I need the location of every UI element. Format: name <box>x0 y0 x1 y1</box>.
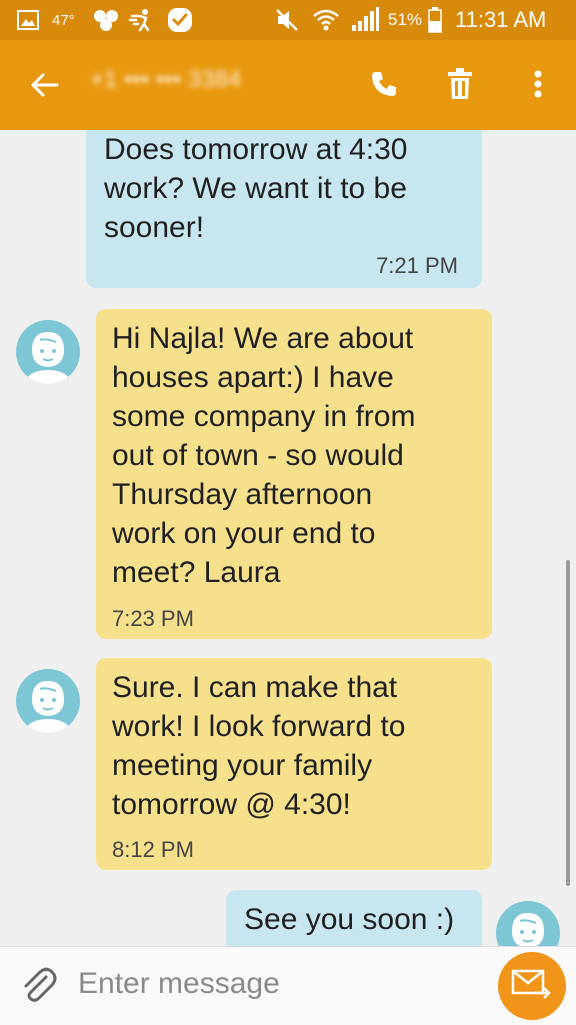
hexagon-app-icon <box>92 0 120 40</box>
contact-number: +1 ••• ••• 3384 <box>90 66 242 93</box>
mute-icon <box>274 0 300 40</box>
attach-paperclip-icon[interactable] <box>18 965 58 1010</box>
message-text: Hi Najla! We are about houses apart:) I … <box>112 322 416 589</box>
back-arrow-icon[interactable] <box>22 65 66 105</box>
message-bubble-incoming[interactable]: Sure. I can make that work! I look forwa… <box>96 658 492 870</box>
message-bubble-outgoing[interactable]: Does tomorrow at 4:30 work? We want it t… <box>86 130 482 288</box>
status-bar: 47° 51% 11:31 AM <box>0 0 576 40</box>
message-composer: Enter message <box>0 946 576 1025</box>
contact-avatar-icon[interactable] <box>16 320 80 384</box>
message-bubble-incoming[interactable]: Hi Najla! We are about houses apart:) I … <box>96 309 492 639</box>
message-text: Sure. I can make that work! I look forwa… <box>112 671 406 821</box>
activity-icon <box>128 0 156 40</box>
contact-avatar-icon[interactable] <box>16 669 80 733</box>
message-text: See you soon :) <box>244 903 455 936</box>
temperature-text: 47° <box>52 11 75 29</box>
send-button[interactable] <box>498 952 566 1020</box>
check-badge-icon <box>166 0 194 40</box>
app-bar: +1 ••• ••• 3384 <box>0 40 576 130</box>
status-time: 11:31 AM <box>455 7 547 32</box>
battery-icon <box>428 0 442 40</box>
message-timestamp: 8:12 PM <box>112 837 194 862</box>
wifi-icon <box>312 0 340 40</box>
conversation-thread[interactable]: Does tomorrow at 4:30 work? We want it t… <box>0 130 576 946</box>
delete-trash-icon[interactable] <box>438 62 482 106</box>
my-avatar-icon[interactable] <box>496 901 560 946</box>
message-timestamp: 7:21 PM <box>376 253 458 278</box>
more-options-icon[interactable] <box>516 62 560 106</box>
message-input[interactable]: Enter message <box>78 967 280 1001</box>
message-text: Does tomorrow at 4:30 work? We want it t… <box>104 133 408 244</box>
signal-icon <box>350 0 380 40</box>
message-timestamp: 7:23 PM <box>112 606 194 631</box>
battery-percent: 51% <box>388 10 423 29</box>
message-bubble-outgoing[interactable]: See you soon :) <box>226 890 482 946</box>
gallery-notification-icon <box>16 0 40 40</box>
phone-call-icon[interactable] <box>362 62 406 106</box>
send-envelope-icon <box>511 967 553 1006</box>
scrollbar[interactable] <box>566 560 570 886</box>
